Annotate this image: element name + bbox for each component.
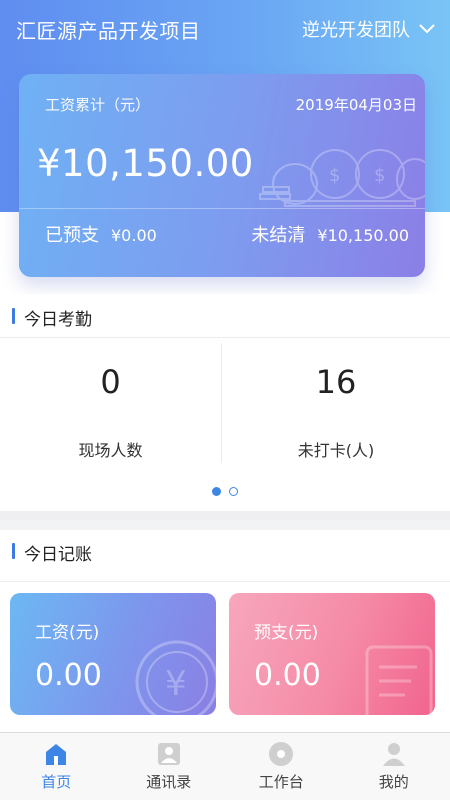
- tab-workbench[interactable]: 工作台: [225, 733, 338, 800]
- advance-value: 0.00: [254, 658, 321, 693]
- tab-workbench-label: 工作台: [258, 773, 304, 791]
- page-dot-inactive[interactable]: [229, 487, 238, 496]
- onsite-count-cell[interactable]: 0 现场人数: [0, 343, 222, 463]
- attendance-section-title: 今日考勤: [24, 310, 92, 330]
- advance-label: 预支(元): [254, 623, 319, 643]
- unclocked-label: 未打卡(人): [297, 441, 375, 460]
- home-icon: [46, 744, 67, 765]
- tab-profile-label: 我的: [378, 773, 409, 791]
- accounting-panel: ¥ 工资(元) 0.00 预支(元) 0.00: [0, 582, 450, 732]
- salary-summary-card[interactable]: $ $ 工资累计（元） 2019年04月03日 ¥10,150.00 已预支 ¥…: [19, 74, 425, 277]
- salary-total-label: 工资累计（元）: [45, 96, 151, 114]
- tab-contacts[interactable]: 通讯录: [113, 733, 226, 800]
- section-gap: [0, 511, 450, 520]
- wage-card[interactable]: ¥ 工资(元) 0.00: [10, 593, 216, 715]
- prepaid-summary: 已预支 ¥0.00: [45, 221, 157, 247]
- unsettled-label: 未结清: [251, 225, 306, 246]
- wage-label: 工资(元): [35, 623, 100, 643]
- attendance-section-header: 今日考勤: [0, 294, 450, 338]
- onsite-label: 现场人数: [78, 441, 143, 460]
- unclocked-count: 16: [315, 363, 357, 401]
- card-divider: [19, 208, 425, 209]
- receipt-icon: [365, 645, 433, 715]
- unsettled-value: ¥10,150.00: [317, 226, 409, 245]
- team-selector[interactable]: 逆光开发团队: [302, 16, 436, 42]
- page-dot-active[interactable]: [212, 487, 221, 496]
- team-name: 逆光开发团队: [302, 20, 410, 41]
- onsite-count: 0: [100, 363, 121, 401]
- salary-date: 2019年04月03日: [295, 96, 417, 114]
- profile-icon: [382, 743, 405, 766]
- tab-contacts-label: 通讯录: [146, 773, 192, 791]
- wage-value: 0.00: [35, 658, 102, 693]
- unclocked-count-cell[interactable]: 16 未打卡(人): [222, 343, 450, 463]
- prepaid-label: 已预支: [45, 225, 99, 246]
- svg-text:$: $: [329, 165, 340, 186]
- section-marker: [12, 308, 15, 324]
- tab-home[interactable]: 首页: [0, 733, 113, 800]
- unsettled-summary: 未结清 ¥10,150.00: [251, 221, 409, 247]
- bottom-tab-bar: 首页 通讯录 工作台 我的: [0, 732, 450, 800]
- workbench-icon: [269, 742, 294, 766]
- chevron-down-icon: [419, 24, 435, 34]
- project-title[interactable]: 汇匠源产品开发项目: [16, 15, 201, 44]
- top-bar: 汇匠源产品开发项目 逆光开发团队: [0, 0, 450, 60]
- tab-home-label: 首页: [41, 773, 72, 791]
- tab-profile[interactable]: 我的: [338, 733, 450, 800]
- money-bags-icon: $ $: [259, 149, 425, 207]
- page-indicator: [0, 487, 450, 496]
- prepaid-value: ¥0.00: [111, 226, 157, 245]
- yen-coin-icon: ¥: [135, 640, 216, 715]
- contacts-icon: [157, 743, 180, 765]
- attendance-panel[interactable]: 0 现场人数 16 未打卡(人): [0, 343, 450, 511]
- svg-text:¥: ¥: [165, 664, 187, 704]
- section-marker: [12, 543, 15, 559]
- advance-card[interactable]: 预支(元) 0.00: [229, 593, 435, 715]
- salary-total-amount: ¥10,150.00: [37, 142, 254, 185]
- accounting-section-title: 今日记账: [24, 545, 92, 565]
- accounting-section-header: 今日记账: [0, 530, 450, 582]
- svg-text:$: $: [374, 165, 385, 186]
